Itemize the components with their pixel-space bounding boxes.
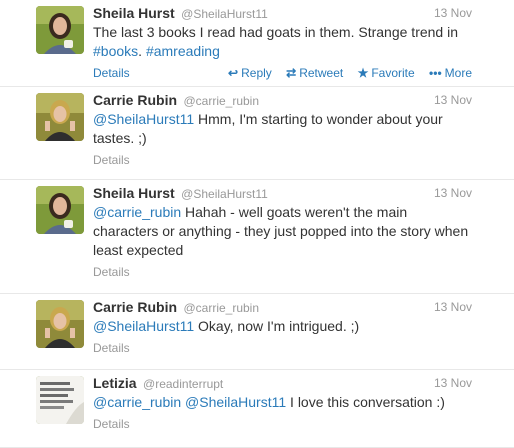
mention-link[interactable]: @SheilaHurst11 xyxy=(93,111,194,127)
more-dots-icon: ••• xyxy=(429,66,442,80)
tweet-text: @carrie_rubin Hahah - well goats weren't… xyxy=(93,203,472,260)
avatar[interactable] xyxy=(36,300,84,348)
tweet[interactable]: Sheila Hurst @SheilaHurst11 13 Nov The l… xyxy=(0,0,514,87)
reply-icon: ↩ xyxy=(228,66,239,80)
star-icon: ★ xyxy=(357,66,369,80)
retweet-icon: ⇄ xyxy=(286,66,297,80)
retweet-button[interactable]: ⇄ Retweet xyxy=(286,66,343,80)
tweet-author-name[interactable]: Sheila Hurst xyxy=(93,185,175,201)
tweet-author-name[interactable]: Carrie Rubin xyxy=(93,299,177,315)
tweet-timestamp[interactable]: 13 Nov xyxy=(434,4,472,22)
tweet-author-name[interactable]: Carrie Rubin xyxy=(93,92,177,108)
tweet[interactable]: Letizia @readinterrupt 13 Nov @carrie_ru… xyxy=(0,370,514,448)
more-label: More xyxy=(444,66,472,80)
avatar[interactable] xyxy=(36,93,84,141)
tweet-timestamp[interactable]: 13 Nov xyxy=(434,298,472,316)
details-link[interactable]: Details xyxy=(93,341,130,355)
tweet-text-part: I love this conversation :) xyxy=(286,394,445,410)
avatar-image xyxy=(36,300,84,348)
mention-link[interactable]: @SheilaHurst11 xyxy=(93,318,194,334)
details-link[interactable]: Details xyxy=(93,66,130,80)
tweet-text: @carrie_rubin @SheilaHurst11 I love this… xyxy=(93,393,472,412)
tweet-username[interactable]: @carrie_rubin xyxy=(183,301,259,315)
tweet-timeline: Sheila Hurst @SheilaHurst11 13 Nov The l… xyxy=(0,0,514,448)
details-link[interactable]: Details xyxy=(93,153,130,167)
tweet-actions: ↩ Reply ⇄ Retweet ★ Favorite ••• More xyxy=(217,65,472,81)
tweet-username[interactable]: @readinterrupt xyxy=(143,377,223,391)
tweet-text-part: . xyxy=(138,43,146,59)
mention-link[interactable]: @carrie_rubin xyxy=(93,394,181,410)
tweet-username[interactable]: @SheilaHurst11 xyxy=(181,187,268,201)
avatar-image xyxy=(36,93,84,141)
more-button[interactable]: ••• More xyxy=(429,66,472,80)
reply-label: Reply xyxy=(241,66,272,80)
reply-button[interactable]: ↩ Reply xyxy=(228,66,272,80)
mention-link[interactable]: @SheilaHurst11 xyxy=(185,394,286,410)
tweet-author-name[interactable]: Sheila Hurst xyxy=(93,5,175,21)
tweet-text: @SheilaHurst11 Okay, now I'm intrigued. … xyxy=(93,317,472,336)
tweet-text: @SheilaHurst11 Hmm, I'm starting to wond… xyxy=(93,110,472,148)
favorite-button[interactable]: ★ Favorite xyxy=(358,66,415,80)
tweet-username[interactable]: @SheilaHurst11 xyxy=(181,7,268,21)
favorite-label: Favorite xyxy=(371,66,415,80)
tweet-username[interactable]: @carrie_rubin xyxy=(183,94,259,108)
hashtag-link[interactable]: #amreading xyxy=(146,43,220,59)
avatar[interactable] xyxy=(36,376,84,424)
tweet-timestamp[interactable]: 13 Nov xyxy=(434,374,472,392)
tweet-text: The last 3 books I read had goats in the… xyxy=(93,23,472,61)
retweet-label: Retweet xyxy=(299,66,344,80)
tweet-author-name[interactable]: Letizia xyxy=(93,375,137,391)
tweet-text-part: Okay, now I'm intrigued. ;) xyxy=(194,318,360,334)
tweet[interactable]: Sheila Hurst @SheilaHurst11 13 Nov @carr… xyxy=(0,180,514,294)
details-link[interactable]: Details xyxy=(93,265,130,279)
avatar-image xyxy=(36,186,84,234)
avatar[interactable] xyxy=(36,6,84,54)
avatar-image xyxy=(36,6,84,54)
avatar[interactable] xyxy=(36,186,84,234)
avatar-image xyxy=(36,376,84,424)
tweet-timestamp[interactable]: 13 Nov xyxy=(434,91,472,109)
tweet[interactable]: Carrie Rubin @carrie_rubin 13 Nov @Sheil… xyxy=(0,294,514,370)
tweet-text-part: The last 3 books I read had goats in the… xyxy=(93,24,462,40)
mention-link[interactable]: @carrie_rubin xyxy=(93,204,181,220)
details-link[interactable]: Details xyxy=(93,417,130,431)
tweet-timestamp[interactable]: 13 Nov xyxy=(434,184,472,202)
tweet[interactable]: Carrie Rubin @carrie_rubin 13 Nov @Sheil… xyxy=(0,87,514,180)
hashtag-link[interactable]: #books xyxy=(93,43,138,59)
